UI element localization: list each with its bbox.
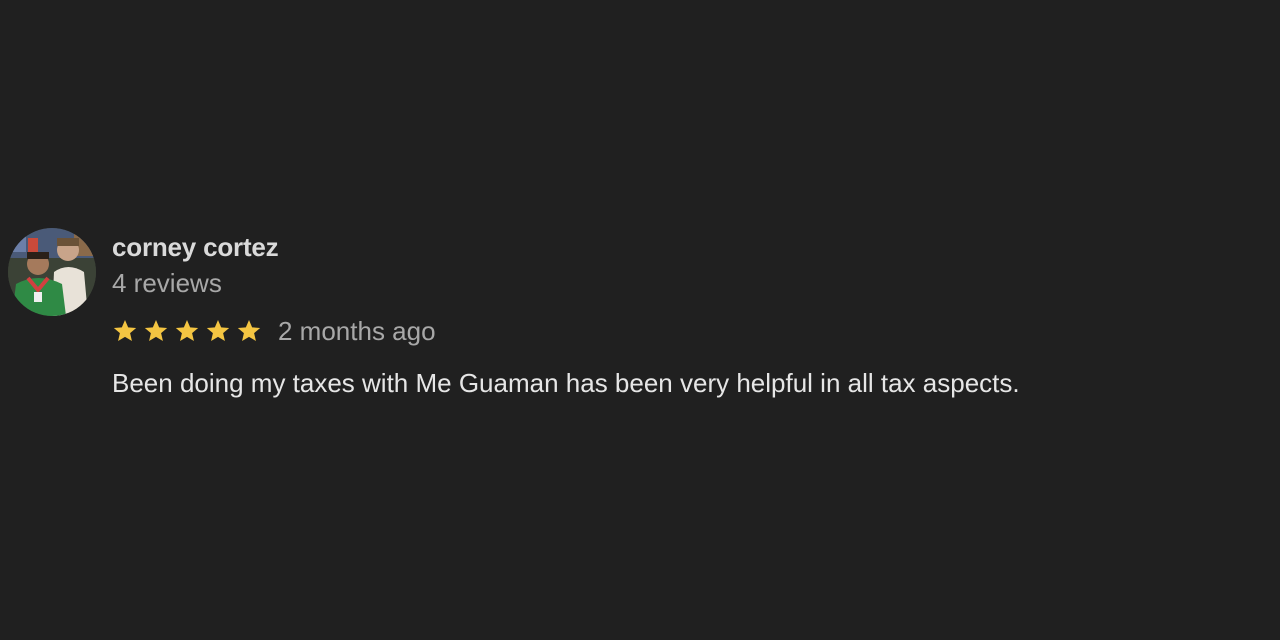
review-count: 4 reviews (112, 268, 222, 298)
star-icon (175, 319, 199, 341)
review-card: corney cortez 4 reviews 2 months ago Bee… (8, 228, 1208, 408)
review-date: 2 months ago (278, 315, 436, 346)
star-icon (206, 319, 230, 341)
star-icon (237, 319, 261, 341)
rating-row: 2 months ago (112, 316, 436, 346)
profile-photo (8, 228, 96, 316)
avatar[interactable] (8, 228, 96, 316)
star-icon (113, 319, 137, 341)
star-icon (144, 319, 168, 341)
review-text: Been doing my taxes with Me Guaman has b… (112, 368, 1020, 398)
star-rating (112, 318, 267, 344)
author-name[interactable]: corney cortez (112, 232, 279, 263)
